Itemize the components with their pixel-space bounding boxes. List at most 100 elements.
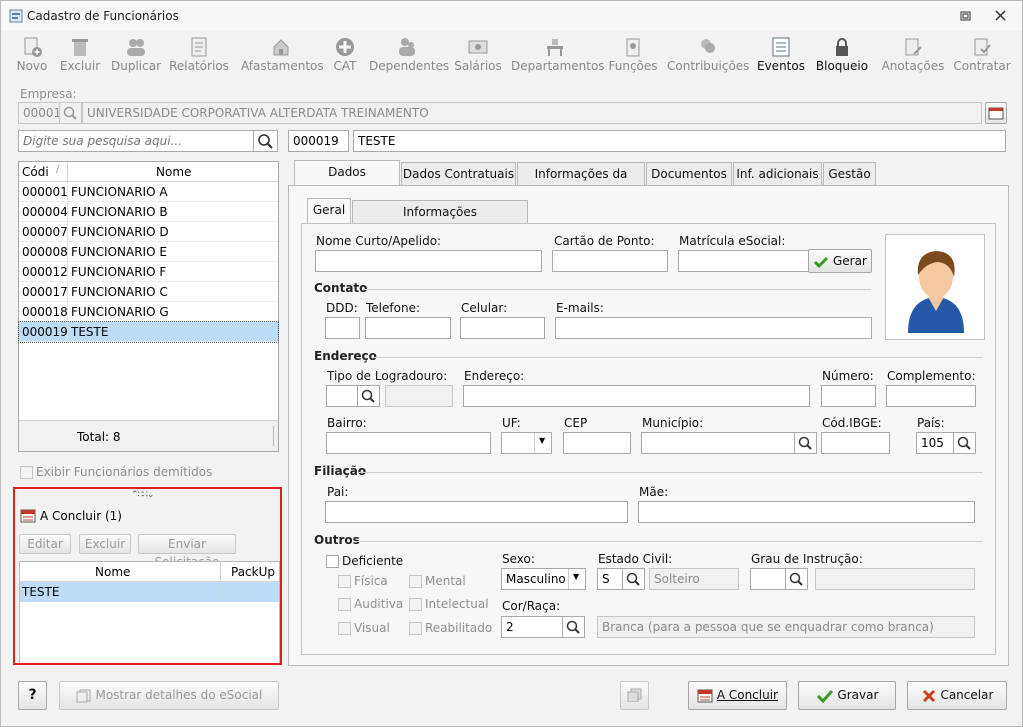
estado-civil-code-field[interactable]: S [597,568,623,590]
contribuicoes-button[interactable]: Contribuições [667,34,749,78]
show-dismissed-checkbox[interactable] [20,466,33,479]
close-button[interactable] [986,1,1016,31]
tab-documentos[interactable]: Documentos [646,162,732,186]
tipo-logradouro-search-icon[interactable] [358,385,380,407]
pending-edit-button[interactable]: Editar [19,534,71,554]
tab-gestao[interactable]: Gestão [823,162,876,186]
tab-dados-cadastrais[interactable]: Dados Cadastrais [294,160,400,201]
ddd-field[interactable] [325,317,360,339]
empresa-code-field[interactable]: 00001 [18,102,60,124]
cat-button[interactable]: CAT [329,34,361,78]
plus-cross-icon [334,36,356,58]
funcoes-button[interactable]: Funções [607,34,659,78]
bloqueio-button[interactable]: Bloqueio [813,34,871,78]
empresa-options-button[interactable] [985,102,1007,124]
dependentes-button[interactable]: Dependentes [369,34,449,78]
table-row[interactable]: 000008 FUNCIONARIO E [19,242,278,262]
pais-field[interactable]: 105 [916,432,954,454]
uf-select[interactable]: ▼ [501,432,552,454]
table-row[interactable]: 000018 FUNCIONARIO G [19,302,278,322]
copy-button[interactable] [620,681,649,710]
pai-field[interactable] [325,501,628,523]
grau-instrucao-field[interactable] [750,568,786,590]
cep-field[interactable] [563,432,631,454]
endereco-field[interactable] [463,385,810,407]
subtab-geral[interactable]: Geral [307,198,351,224]
cod-ibge-field[interactable] [821,432,890,454]
contratar-button[interactable]: Contratar [953,34,1011,78]
tab-dados-contratuais[interactable]: Dados Contratuais [401,162,516,186]
tipo-logradouro-field[interactable] [326,385,358,407]
table-row[interactable]: 000007 FUNCIONARIO D [19,222,278,242]
novo-button[interactable]: Novo [13,34,51,78]
mental-label: Mental [425,574,466,588]
subtab-info-complementares[interactable]: Informações Complementares [352,200,528,241]
matricula-field[interactable] [678,250,809,272]
help-button[interactable]: ? [18,681,47,710]
pending-delete-button[interactable]: Excluir [79,534,131,554]
excluir-button[interactable]: Excluir [59,34,101,78]
gerar-button[interactable]: Gerar [808,249,872,273]
salarios-button[interactable]: Salários [453,34,503,78]
relatorios-button[interactable]: Relatórios [169,34,229,78]
pending-col-packup[interactable]: PackUp [231,565,275,579]
anotacoes-button[interactable]: Anotações [881,34,945,78]
telefone-field[interactable] [365,317,451,339]
eventos-button[interactable]: Eventos [757,34,805,78]
pending-col-name[interactable]: Nome [95,565,130,579]
duplicar-button[interactable]: Duplicar [109,34,163,78]
intelectual-checkbox[interactable] [409,598,422,611]
table-row[interactable]: 000004 FUNCIONARIO B [19,202,278,222]
gravar-button[interactable]: Gravar [798,681,896,710]
row-code: 000018 [22,305,68,319]
table-row[interactable]: 000017 FUNCIONARIO C [19,282,278,302]
emails-field[interactable] [555,317,872,339]
bairro-field[interactable] [326,432,491,454]
selected-code-field[interactable]: 000019 [288,130,349,152]
pais-search-icon[interactable] [954,432,976,454]
nome-curto-field[interactable] [315,250,542,272]
cartao-label: Cartão de Ponto: [554,234,655,248]
departamentos-button[interactable]: Departamentos [511,34,605,78]
cancelar-button[interactable]: Cancelar [907,681,1007,710]
celular-field[interactable] [460,317,545,339]
auditiva-checkbox[interactable] [338,598,351,611]
cor-raca-code-field[interactable]: 2 [501,616,563,638]
numero-field[interactable] [821,385,876,407]
tab-inf-adicionais[interactable]: Inf. adicionais [733,162,822,186]
complemento-field[interactable] [886,385,976,407]
col-code-header[interactable]: Códi [22,165,49,179]
grau-instrucao-search-icon[interactable] [786,568,808,590]
table-row[interactable]: 000019 TESTE [18,321,279,343]
a-concluir-button[interactable]: A Concluir [688,681,787,710]
table-row[interactable]: 000012 FUNCIONARIO F [19,262,278,282]
estado-civil-search-icon[interactable] [623,568,645,590]
mental-checkbox[interactable] [409,575,422,588]
sexo-select[interactable]: Masculino ▼ [501,568,586,590]
deficiente-checkbox[interactable] [326,555,339,568]
visual-checkbox[interactable] [338,622,351,635]
fisica-checkbox[interactable] [338,575,351,588]
esocial-details-button[interactable]: Mostrar detalhes do eSocial [59,681,279,710]
pending-row[interactable]: TESTE [20,582,279,602]
col-name-header[interactable]: Nome [156,165,191,179]
avatar[interactable] [885,234,985,340]
municipio-search-icon[interactable] [795,432,817,454]
mae-field[interactable] [638,501,975,523]
tab-informacoes-folha[interactable]: Informações da folha [517,162,645,203]
pending-send-button[interactable]: Enviar Solicitação [138,534,236,569]
restore-button[interactable] [951,1,981,31]
selected-name-field[interactable]: TESTE [353,130,1006,152]
bairro-label: Bairro: [327,416,367,430]
empresa-search-icon[interactable] [60,102,82,124]
afastamentos-button[interactable]: Afastamentos [241,34,324,78]
search-input[interactable] [18,130,254,152]
cor-raca-search-icon[interactable] [563,616,585,638]
reabilitado-checkbox[interactable] [409,622,422,635]
row-name: FUNCIONARIO A [71,185,168,199]
municipio-field[interactable] [641,432,795,454]
table-row[interactable]: 000001 FUNCIONARIO A [19,182,278,202]
collapse-handle-icon[interactable]: ⌃∷∷⌄ [131,490,155,500]
cartao-field[interactable] [552,250,668,272]
search-icon[interactable] [254,130,278,152]
